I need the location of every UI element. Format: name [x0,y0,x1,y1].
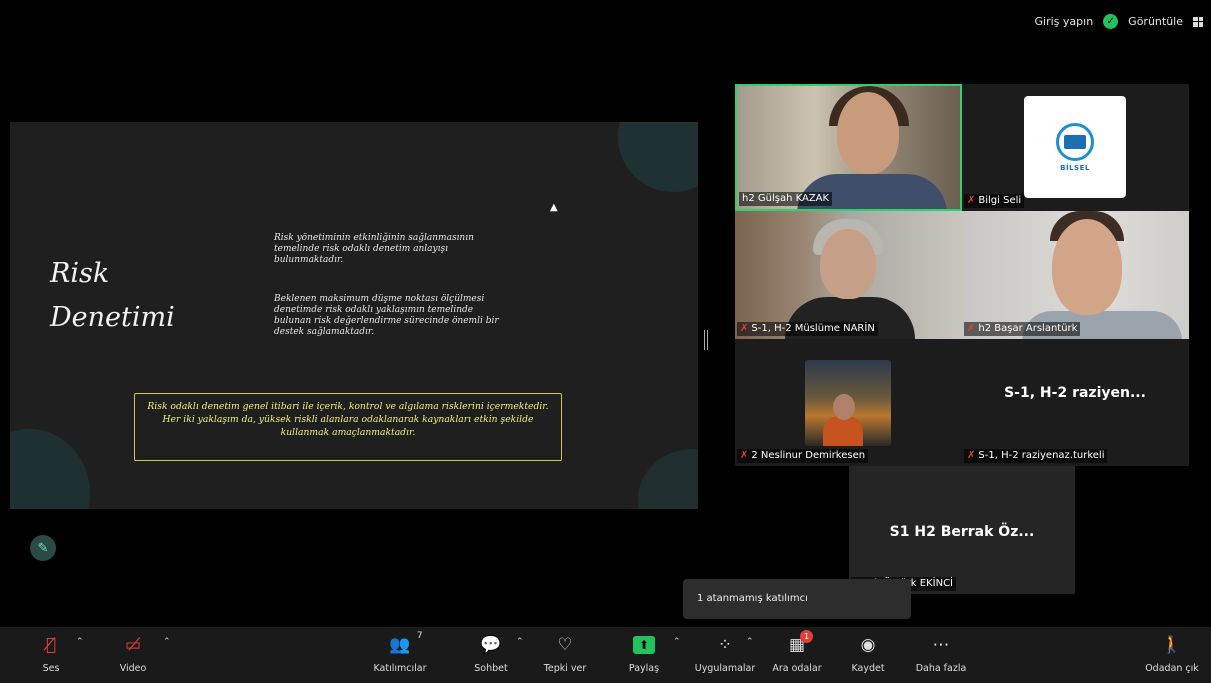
mic-muted-icon: ✗ [740,323,749,334]
share-button[interactable]: ⬆ Paylaş [609,633,679,674]
slide-highlight-box: Risk odaklı denetim genel itibari ile iç… [134,393,562,461]
view-grid-icon[interactable] [1193,16,1203,27]
participant-name-label: ✗ S-1, H-2 Müslüme NARİN [737,322,878,336]
video-options-caret-icon[interactable]: ⌃ [163,637,171,647]
leave-room-button[interactable]: 🚶 Odadan çık [1137,633,1207,674]
participants-button[interactable]: 👥 7 Katılımcılar [365,631,435,674]
mic-muted-icon: ✗ [967,195,976,206]
view-button[interactable]: Görüntüle [1128,15,1183,28]
meeting-window: Giriş yapın ✓ Görüntüle Risk Denetimi Ri… [0,0,1211,683]
more-button[interactable]: ⋯ Daha fazla [906,633,976,674]
mouse-cursor-icon: ▲ [550,202,558,213]
participant-tile[interactable]: BİLSEL ✗ Bilgi Seli [962,84,1189,211]
apps-icon: ⁘ [717,635,733,655]
participant-logo: BİLSEL [1024,96,1126,198]
share-options-caret-icon[interactable]: ⌃ [673,637,681,647]
react-button[interactable]: ♡ Tepki ver [530,633,600,674]
participant-video [837,92,899,174]
video-button[interactable]: ▭̸ Video [98,633,168,674]
participant-display-name: S1 H2 Berrak Öz... [889,524,1035,540]
annotate-pencil-icon[interactable]: ✎ [30,535,56,561]
slide-title-line1: Risk [50,258,110,289]
participant-name-label: ✗ h2 Başar Arslantürk [964,322,1081,336]
chat-icon: 💬 [480,635,502,655]
slide-paragraph-2: Beklenen maksimum düşme noktası ölçülmes… [274,294,499,337]
mic-muted-icon: ✗ [967,323,976,334]
unassigned-participants-tooltip: 1 atanmamış katılımcı [683,579,911,619]
mic-muted-icon: ✗ [967,450,976,461]
mic-muted-icon: 🎙̸ [45,635,57,655]
mic-muted-icon: ✗ [740,450,749,461]
participant-video [820,229,876,299]
splitter-handle[interactable] [704,330,708,350]
participant-avatar [805,360,891,446]
logo-emblem-icon [1056,122,1094,161]
participant-tile[interactable]: ✗ 2 Neslinur Demirkesen [735,339,962,466]
shared-screen-slide: Risk Denetimi Risk yönetiminin etkinliği… [10,122,698,509]
share-screen-icon: ⬆ [633,633,655,657]
breakout-rooms-button[interactable]: ▦ 1 Ara odalar [762,630,832,674]
participant-name-label: ✗ S-1, H-2 raziyenaz.turkeli [964,449,1108,463]
participant-tile[interactable]: h2 Gülşah KAZAK [735,84,962,211]
slide-decoration [618,122,698,192]
record-icon: ◉ [860,635,876,655]
participant-name-label: ✗ 2 Neslinur Demirkesen [737,449,869,463]
video-gallery: h2 Gülşah KAZAK BİLSEL ✗ Bilgi Seli ✗ S-1,… [735,84,1189,466]
signin-link[interactable]: Giriş yapın [1035,15,1094,28]
audio-options-caret-icon[interactable]: ⌃ [76,637,84,647]
meeting-toolbar: 🎙̸ Ses ⌃ ▭̸ Video ⌃ 👥 7 Katılımcılar 💬 So… [0,627,1211,683]
participant-name-label: h2 Gülşah KAZAK [739,192,833,206]
top-bar: Giriş yapın ✓ Görüntüle [1035,14,1203,29]
participant-name-label: ✗ Bilgi Seli [964,194,1025,208]
participant-display-name: S-1, H-2 raziyen... [1004,385,1146,401]
record-button[interactable]: ◉ Kaydet [833,633,903,674]
chat-options-caret-icon[interactable]: ⌃ [516,637,524,647]
heart-icon: ♡ [557,635,573,655]
participants-icon: 👥 7 [389,631,423,655]
apps-options-caret-icon[interactable]: ⌃ [746,637,754,647]
slide-decoration [10,429,90,509]
more-options-icon: ⋯ [932,635,950,655]
leave-room-icon: 🚶 [1161,635,1183,655]
participant-tile[interactable]: ✗ h2 Başar Arslantürk [962,211,1189,339]
slide-title-line2: Denetimi [50,302,175,333]
slide-decoration [638,449,698,509]
participant-tile[interactable]: S-1, H-2 raziyen... ✗ S-1, H-2 raziyenaz.… [962,339,1189,466]
participant-tile[interactable]: ✗ S-1, H-2 Müslüme NARİN [735,211,962,339]
slide-title: Risk Denetimi [50,252,175,340]
video-off-icon: ▭̸ [124,635,142,655]
breakout-rooms-icon: ▦ 1 [789,630,814,657]
security-shield-icon[interactable]: ✓ [1103,14,1119,29]
participant-tile[interactable]: S1 H2 Berrak Öz... errak Öztürk EKİNCİ [849,466,1075,594]
participant-video [1052,219,1122,315]
slide-paragraph-1: Risk yönetiminin etkinliğinin sağlanması… [274,233,474,265]
